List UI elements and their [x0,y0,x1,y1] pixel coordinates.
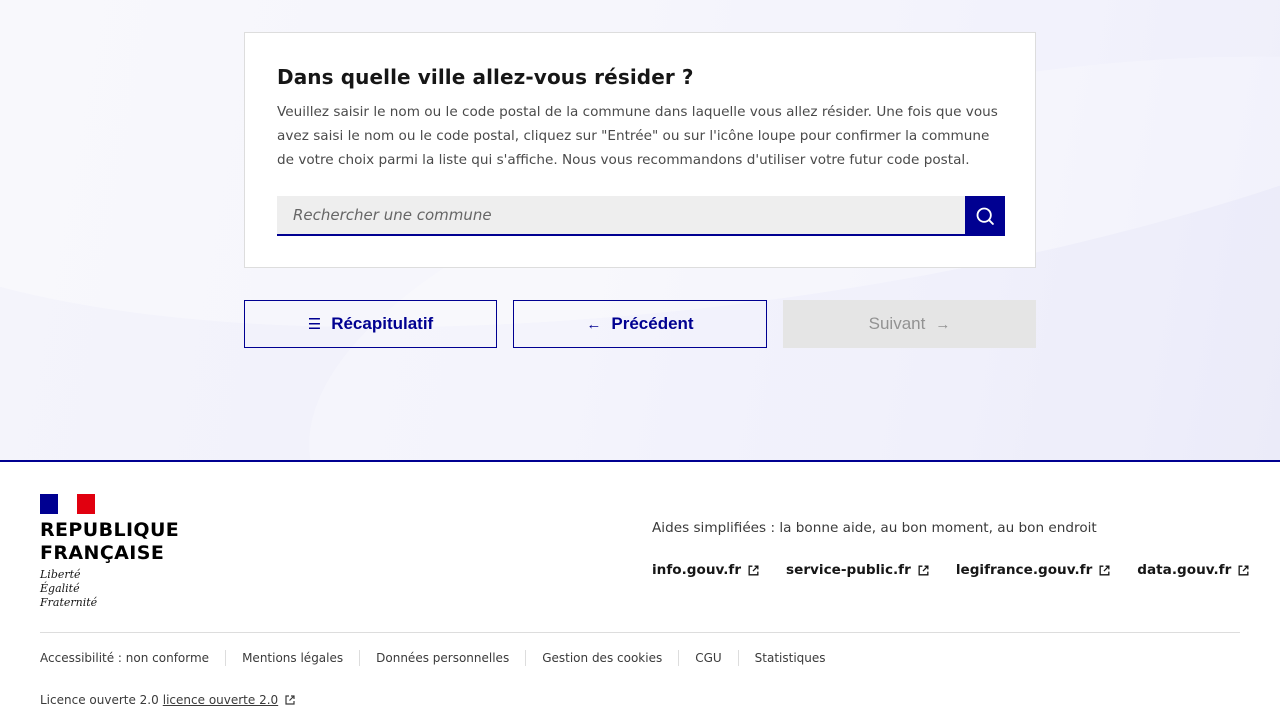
link-donnees-personnelles[interactable]: Données personnelles [359,650,525,666]
next-button[interactable]: Suivant → [783,300,1036,348]
external-link-icon [918,565,929,575]
link-service-public[interactable]: service-public.fr [786,562,930,578]
link-statistiques[interactable]: Statistiques [737,650,842,666]
motto-egalite: Égalité [40,582,80,595]
arrow-left-icon: ← [586,315,602,333]
license-link[interactable]: licence ouverte 2.0 [163,693,296,707]
next-label: Suivant [868,314,926,333]
license-link-label: licence ouverte 2.0 [162,693,279,707]
previous-label: Précédent [611,314,694,333]
external-link-icon [1099,565,1110,575]
license-text: Licence ouverte 2.0 [40,693,159,707]
previous-button[interactable]: ← Précédent [513,300,767,348]
republic-motto: Liberté Égalité Fraternité [40,568,97,610]
motto-fraternite: Fraternité [40,596,98,609]
external-link-icon [748,565,759,575]
external-links: info.gouv.fr service-public.fr legifranc… [652,562,1250,578]
arrow-right-icon: → [935,315,951,333]
link-accessibilite[interactable]: Accessibilité : non conforme [40,650,225,666]
link-cgu[interactable]: CGU [678,650,737,666]
footer: REPUBLIQUE FRANÇAISE Liberté Égalité Fra… [0,460,1280,720]
link-gestion-cookies[interactable]: Gestion des cookies [525,650,678,666]
question-title: Dans quelle ville allez-vous résider ? [277,65,694,89]
license-notice: Licence ouverte 2.0 licence ouverte 2.0 [40,693,296,707]
commune-search [277,196,1005,236]
link-data-gouv-label: data.gouv.fr [1137,562,1232,578]
link-info-gouv[interactable]: info.gouv.fr [652,562,760,578]
footer-tagline: Aides simplifiées : la bonne aide, au bo… [652,520,1097,536]
question-card: Dans quelle ville allez-vous résider ? V… [244,32,1036,268]
link-service-public-label: service-public.fr [786,562,911,578]
link-data-gouv[interactable]: data.gouv.fr [1137,562,1250,578]
question-description: Veuillez saisir le nom ou le code postal… [277,104,998,168]
link-legifrance-label: legifrance.gouv.fr [955,562,1093,578]
footer-divider [40,632,1240,633]
recap-label: Récapitulatif [331,314,434,333]
footer-bottom-links: Accessibilité : non conforme Mentions lé… [40,650,842,666]
search-button[interactable] [965,196,1005,236]
link-mentions-legales[interactable]: Mentions légales [225,650,359,666]
link-legifrance[interactable]: legifrance.gouv.fr [956,562,1111,578]
link-info-gouv-label: info.gouv.fr [652,562,742,578]
external-link-icon [1238,565,1249,575]
republique-francaise-brand: REPUBLIQUE FRANÇAISE [40,519,180,564]
commune-search-input[interactable] [277,196,965,236]
recap-button[interactable]: ☰ Récapitulatif [244,300,497,348]
search-icon [976,207,994,225]
external-link-icon [285,695,295,705]
french-flag-logo [40,494,95,514]
motto-liberte: Liberté [40,568,81,581]
list-icon: ☰ [307,316,322,333]
